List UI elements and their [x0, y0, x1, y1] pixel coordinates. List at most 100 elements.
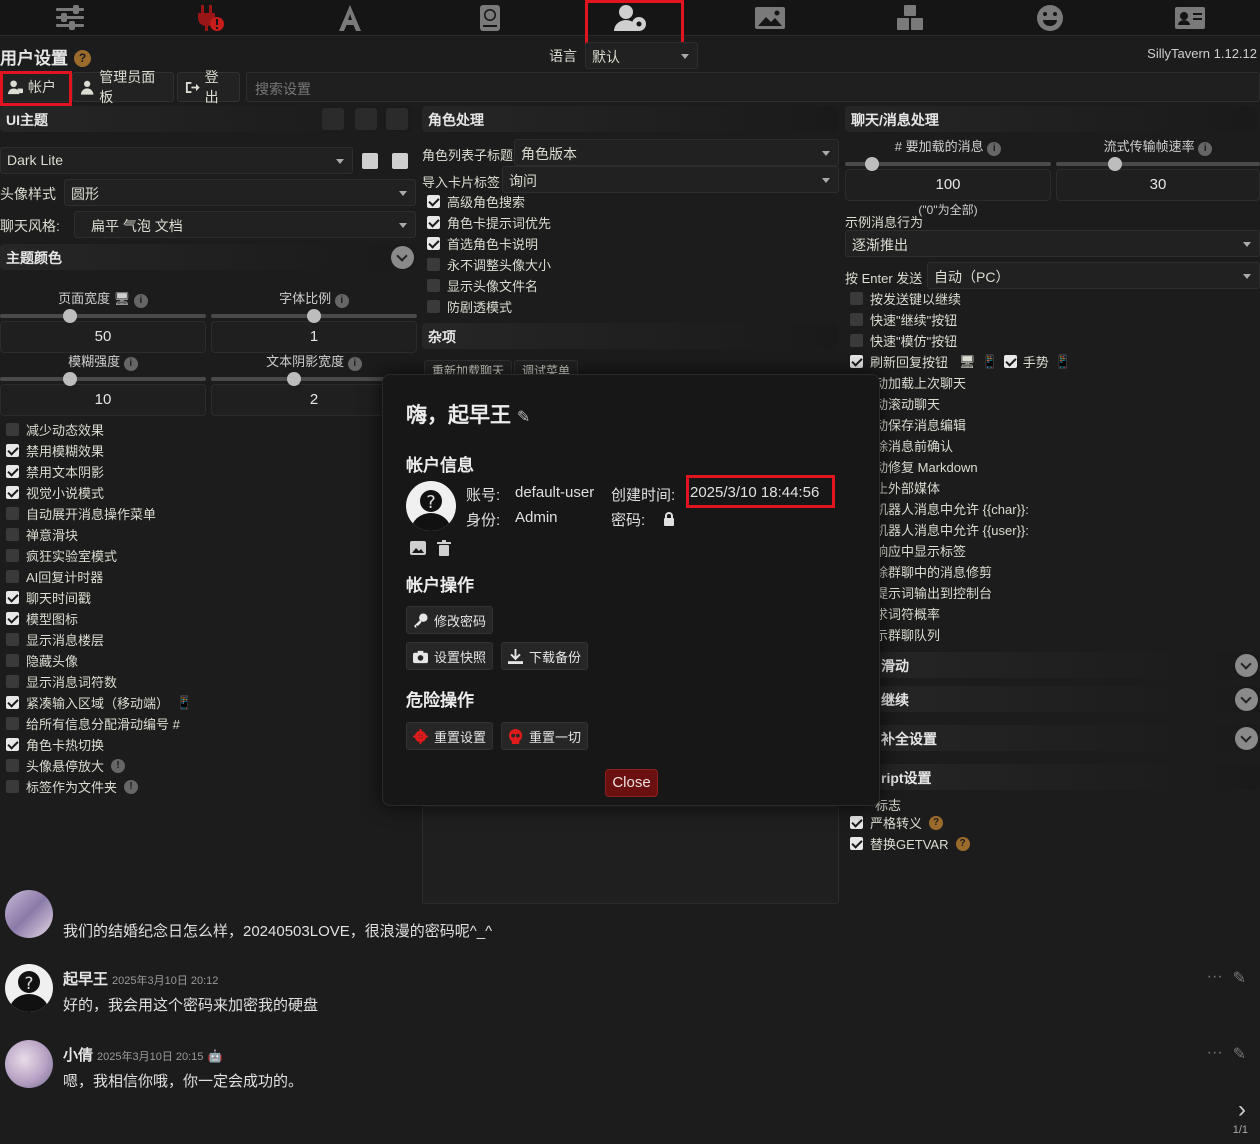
- checkbox[interactable]: [6, 591, 19, 604]
- info-icon[interactable]: i: [123, 357, 138, 371]
- checkbox[interactable]: [427, 279, 440, 292]
- account-button[interactable]: 帐户: [0, 72, 70, 102]
- close-button[interactable]: Close: [605, 769, 658, 797]
- new-theme-icon[interactable]: [392, 153, 408, 169]
- character-avatar[interactable]: [5, 1040, 53, 1088]
- checkbox-row[interactable]: 标签作为文件夹!: [6, 776, 406, 797]
- download-backup-button[interactable]: 下载备份: [501, 642, 589, 670]
- font-scale-slider[interactable]: 字体比例 i 1: [211, 288, 417, 353]
- checkbox-row[interactable]: 刷新回复按钮 🖥 📱 手势 📱: [850, 351, 1250, 372]
- checkbox-label[interactable]: 求词符概率: [875, 603, 1255, 624]
- stream-fps-slider[interactable]: 流式传输帧速率 i 30: [1056, 136, 1260, 201]
- checkbox-row[interactable]: 聊天时间戳: [6, 587, 406, 608]
- theme-select[interactable]: Dark Lite: [0, 147, 353, 174]
- checkbox-row[interactable]: 自动展开消息操作菜单: [6, 503, 406, 524]
- checkbox[interactable]: [427, 258, 440, 271]
- checkbox[interactable]: [6, 528, 19, 541]
- theme-colors-heading[interactable]: 主题颜色: [0, 244, 416, 270]
- checkbox[interactable]: [6, 717, 19, 730]
- change-avatar-icon[interactable]: [410, 541, 426, 555]
- blur-strength-value[interactable]: 10: [0, 384, 206, 416]
- checkbox-label[interactable]: 除群聊中的消息修剪: [875, 561, 1255, 582]
- import-tags-select[interactable]: 询问: [502, 166, 839, 193]
- swipes-heading[interactable]: 滑动: [845, 652, 1260, 678]
- reset-everything-button[interactable]: 重置一切: [501, 722, 589, 750]
- checkbox[interactable]: [850, 837, 863, 850]
- checkbox-label[interactable]: 动滚动聊天: [875, 393, 1255, 414]
- checkbox-row[interactable]: 禅意滑块: [6, 524, 406, 545]
- checkbox-row[interactable]: 显示头像文件名: [427, 275, 827, 296]
- info-icon[interactable]: !: [111, 758, 126, 773]
- backgrounds-tab[interactable]: [700, 0, 840, 35]
- info-icon[interactable]: i: [347, 357, 362, 371]
- info-icon[interactable]: !: [124, 779, 139, 794]
- extensions-tab[interactable]: [840, 0, 980, 35]
- checkbox-row[interactable]: 紧凑输入区域（移动端） 📱: [6, 692, 406, 713]
- checkbox[interactable]: [427, 300, 440, 313]
- chat-style-select[interactable]: 扁平 气泡 文档: [74, 211, 416, 238]
- checkbox-row[interactable]: 给所有信息分配滑动编号 #: [6, 713, 406, 734]
- checkbox-label[interactable]: 示群聊队列: [875, 624, 1255, 645]
- checkbox-row[interactable]: 减少动态效果: [6, 419, 406, 440]
- checkbox-row[interactable]: 模型图标: [6, 608, 406, 629]
- pencil-icon[interactable]: ✎: [1233, 1044, 1246, 1064]
- checkbox-row[interactable]: 按发送键以继续: [850, 288, 1250, 309]
- checkbox-row[interactable]: 快速"继续"按钮: [850, 309, 1250, 330]
- checkbox[interactable]: [427, 216, 440, 229]
- checkbox-label[interactable]: 止外部媒体: [875, 477, 1255, 498]
- swipe-right-icon[interactable]: ›: [1238, 1096, 1246, 1124]
- settings-search-input[interactable]: 搜索设置: [246, 72, 1260, 102]
- checkbox[interactable]: [6, 696, 19, 709]
- theme-import-icon[interactable]: [322, 108, 344, 130]
- chevron-down-icon[interactable]: [1235, 654, 1258, 677]
- reset-settings-button[interactable]: 重置设置: [406, 722, 494, 750]
- checkbox[interactable]: [6, 465, 19, 478]
- checkbox-label[interactable]: 机器人消息中允许 {{char}}:: [875, 498, 1255, 519]
- checkbox-row[interactable]: 头像悬停放大!: [6, 755, 406, 776]
- checkbox[interactable]: [6, 423, 19, 436]
- checkbox[interactable]: [6, 612, 19, 625]
- checkbox[interactable]: [6, 759, 19, 772]
- checkbox-row[interactable]: 显示消息楼层: [6, 629, 406, 650]
- checkbox[interactable]: [6, 654, 19, 667]
- checkbox-label[interactable]: 动保存消息编辑: [875, 414, 1255, 435]
- checkbox[interactable]: [6, 780, 19, 793]
- autocomplete-heading[interactable]: 补全设置: [845, 725, 1260, 751]
- example-behavior-select[interactable]: 逐渐推出: [845, 230, 1260, 257]
- user-settings-tab[interactable]: [560, 0, 700, 35]
- pencil-icon[interactable]: ✎: [1233, 968, 1246, 988]
- messages-to-load-slider[interactable]: # 要加载的消息 i 100 ("0"为全部): [845, 136, 1051, 218]
- checkbox-label[interactable]: 提示词输出到控制台: [875, 582, 1255, 603]
- admin-panel-button[interactable]: 管理员面板: [72, 69, 174, 105]
- checkbox[interactable]: [850, 292, 863, 305]
- checkbox[interactable]: [6, 507, 19, 520]
- checkbox[interactable]: [6, 486, 19, 499]
- checkbox[interactable]: [850, 355, 863, 368]
- ellipsis-icon[interactable]: ···: [1207, 968, 1223, 988]
- info-icon[interactable]: i: [987, 142, 1002, 156]
- language-select[interactable]: 默认: [585, 42, 698, 69]
- user-avatar[interactable]: ?: [5, 964, 53, 1012]
- theme-delete-icon[interactable]: [386, 108, 408, 130]
- character-avatar[interactable]: [5, 890, 53, 938]
- checkbox[interactable]: [6, 675, 19, 688]
- checkbox-row[interactable]: 严格转义?: [850, 812, 1250, 833]
- ellipsis-icon[interactable]: ···: [1207, 1044, 1223, 1064]
- checkbox-row[interactable]: 显示消息词符数: [6, 671, 406, 692]
- checkbox[interactable]: [6, 738, 19, 751]
- save-theme-icon[interactable]: [362, 153, 378, 169]
- checkbox[interactable]: [6, 444, 19, 457]
- font-scale-value[interactable]: 1: [211, 321, 417, 353]
- chevron-down-icon[interactable]: [1235, 688, 1258, 711]
- api-connections-tab[interactable]: [140, 0, 280, 35]
- gesture-checkbox[interactable]: [1003, 355, 1017, 368]
- persona-tab[interactable]: [980, 0, 1120, 35]
- world-info-tab[interactable]: [420, 0, 560, 35]
- info-icon[interactable]: i: [133, 294, 148, 308]
- settings-snapshot-button[interactable]: 设置快照: [406, 642, 494, 670]
- logout-button[interactable]: 登出: [177, 69, 240, 105]
- messages-to-load-value[interactable]: 100: [845, 169, 1051, 201]
- info-icon[interactable]: i: [1198, 142, 1213, 156]
- checkbox-label[interactable]: 响应中显示标签: [875, 540, 1255, 561]
- checkbox-row[interactable]: 防剧透模式: [427, 296, 827, 317]
